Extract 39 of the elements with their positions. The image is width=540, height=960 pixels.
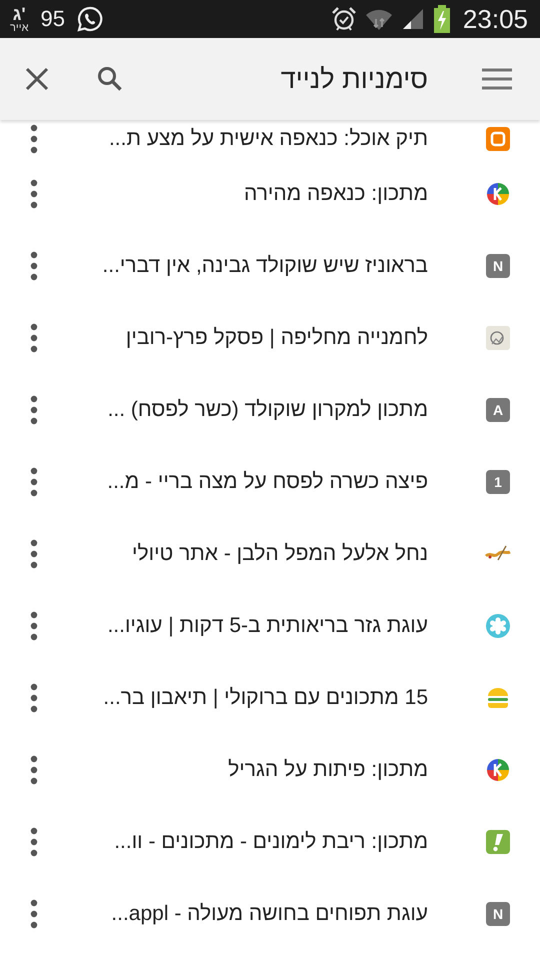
sketch-icon <box>486 326 510 350</box>
bookmark-title: תיק אוכל: כנאפה אישית על מצע ת... <box>108 127 428 151</box>
hebrew-day: ג' <box>12 4 26 22</box>
exclamation-icon <box>486 830 510 854</box>
colorful-circle-icon <box>486 758 510 782</box>
bookmark-title: מתכון: פיתות על הגריל <box>227 758 428 782</box>
bookmark-title: לחמנייה מחליפה | פסקל פרץ-רובין <box>124 326 428 350</box>
bookmark-item[interactable]: 15 מתכונים עם ברוקולי | תיאבון בר... <box>0 662 540 734</box>
letter-favicon: N <box>486 902 510 926</box>
flower-icon <box>486 614 510 638</box>
bookmark-item[interactable]: לחמנייה מחליפה | פסקל פרץ-רובין <box>0 302 540 374</box>
bookmark-title: עוגת תפוחים בחושה מעולה - appl... <box>110 902 428 926</box>
menu-button[interactable] <box>480 66 514 92</box>
clock-time: 23:05 <box>462 4 528 34</box>
letter-favicon: N <box>486 254 510 278</box>
app-title: סימניות לנייד <box>280 64 428 94</box>
bookmark-title: 15 מתכונים עם ברוקולי | תיאבון בר... <box>102 686 428 710</box>
notification-count: 95 <box>40 6 65 32</box>
hebrew-month: אייר <box>10 22 28 34</box>
bookmark-item[interactable]: נחל אלעל המפל הלבן - אתר טיולי <box>0 518 540 590</box>
bookmark-title: עוגת גזר בריאותית ב-5 דקות | עוגיו... <box>106 614 428 638</box>
signal-icon <box>400 7 425 31</box>
bookmark-title: מתכון למקרון שוקולד (כשר לפסח) ... <box>106 398 428 422</box>
bookmark-title: מתכון: כנאפה מהירה <box>243 182 428 206</box>
bookmark-item[interactable]: עוגת גזר בריאותית ב-5 דקות | עוגיו... <box>0 590 540 662</box>
letter-favicon: A <box>486 398 510 422</box>
burger-icon <box>486 686 510 710</box>
bookmark-item[interactable]: תיק אוכל: כנאפה אישית על מצע ת... <box>0 120 540 158</box>
bookmark-item[interactable]: מתכון: פיתות על הגריל <box>0 734 540 806</box>
colorful-circle-icon <box>486 182 510 206</box>
alarm-icon <box>330 6 357 32</box>
chat-bubble-icon <box>76 6 103 32</box>
bookmark-title: בראוניז שיש שוקולד גבינה, אין דברי... <box>101 254 428 278</box>
bookmark-title: פיצה כשרה לפסח על מצה בריי - מ... <box>106 470 428 494</box>
bookmark-title: נחל אלעל המפל הלבן - אתר טיולי <box>131 542 428 566</box>
bookmark-item[interactable]: מתכון: ריבת לימונים - מתכונים - וו... <box>0 806 540 878</box>
bookmark-item[interactable]: מתכון: כנאפה מהירה <box>0 158 540 230</box>
letter-favicon: 1 <box>486 470 510 494</box>
bookmark-title: מתכון: ריבת לימונים - מתכונים - וו... <box>113 830 428 854</box>
